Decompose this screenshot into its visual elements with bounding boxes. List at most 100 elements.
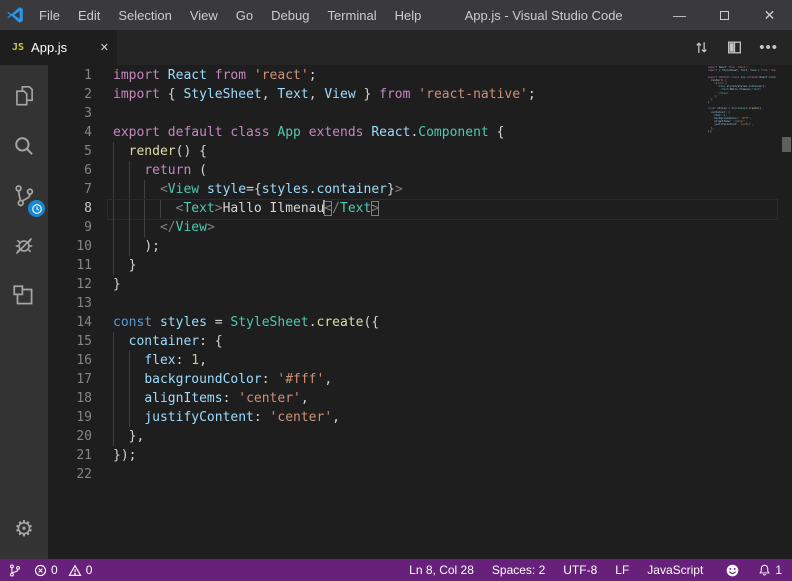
code-line-9[interactable]: 9 </View> [48,218,778,237]
window-controls: — ✕ [657,0,792,30]
menu-go[interactable]: Go [227,0,262,30]
line-number[interactable]: 3 [48,104,113,123]
code-line-8[interactable]: 8 <Text>Hallo Ilmenau</Text> [48,199,778,218]
status-bar-right: Ln 8, Col 28 Spaces: 2 UTF-8 LF JavaScript 1 [409,563,782,578]
line-number[interactable]: 8 [48,199,113,218]
warnings-icon [68,564,82,577]
line-number[interactable]: 13 [48,294,113,313]
tab-label: App.js [31,40,67,55]
line-number[interactable]: 22 [48,465,113,484]
menu-file[interactable]: File [30,0,69,30]
code-line-12[interactable]: 12} [48,275,778,294]
code-line-16[interactable]: 16 flex: 1, [48,351,778,370]
minimize-icon[interactable]: — [657,0,702,30]
menu-edit[interactable]: Edit [69,0,109,30]
line-number[interactable]: 2 [48,85,113,104]
notifications-status[interactable]: 1 [758,563,782,577]
line-number[interactable]: 14 [48,313,113,332]
code-line-10[interactable]: 10 ); [48,237,778,256]
tab-appjs[interactable]: JS App.js ✕ [0,30,117,65]
menu-help[interactable]: Help [386,0,431,30]
line-number[interactable]: 18 [48,389,113,408]
window-title: App.js - Visual Studio Code [430,8,657,23]
problems-status[interactable]: 0 0 [34,563,92,577]
editor-lines: 1import React from 'react';2import { Sty… [48,66,778,484]
git-branch-icon [8,563,22,578]
vscode-logo-icon [0,6,30,24]
line-number[interactable]: 10 [48,237,113,256]
line-number[interactable]: 19 [48,408,113,427]
line-number[interactable]: 6 [48,161,113,180]
overview-cursor-marker [782,137,791,152]
errors-icon [34,564,47,577]
split-editor-icon[interactable] [726,39,743,56]
status-cursor-position[interactable]: Ln 8, Col 28 [409,563,474,577]
more-actions-icon[interactable]: ••• [759,39,778,56]
line-number[interactable]: 12 [48,275,113,294]
code-line-20[interactable]: 20 }, [48,427,778,446]
feedback-smiley-icon[interactable] [725,563,740,578]
menu-view[interactable]: View [181,0,227,30]
code-line-14[interactable]: 14const styles = StyleSheet.create({ [48,313,778,332]
line-number[interactable]: 7 [48,180,113,199]
tab-bar: JS App.js ✕ ••• [0,30,792,65]
extensions-icon[interactable] [0,271,48,321]
code-line-2[interactable]: 2import { StyleSheet, Text, View } from … [48,85,778,104]
code-line-1[interactable]: 1import React from 'react'; [48,66,778,85]
code-line-11[interactable]: 11 } [48,256,778,275]
line-number[interactable]: 21 [48,446,113,465]
minimap[interactable]: import React from 'react';import { Style… [708,66,776,136]
code-line-6[interactable]: 6 return ( [48,161,778,180]
line-number[interactable]: 15 [48,332,113,351]
menu-bar: FileEditSelectionViewGoDebugTerminalHelp [30,0,430,30]
tab-close-icon[interactable]: ✕ [100,41,109,54]
code-line-17[interactable]: 17 backgroundColor: '#fff', [48,370,778,389]
error-count: 0 [51,563,58,577]
title-bar: FileEditSelectionViewGoDebugTerminalHelp… [0,0,792,30]
code-editor[interactable]: 1import React from 'react';2import { Sty… [48,65,792,559]
notification-count: 1 [775,563,782,577]
maximize-icon[interactable] [702,0,747,30]
status-language-mode[interactable]: JavaScript [647,563,703,577]
open-changes-icon[interactable] [693,39,710,56]
code-line-13[interactable]: 13 [48,294,778,313]
status-indentation[interactable]: Spaces: 2 [492,563,545,577]
activity-bar: ⚙ [0,65,48,559]
workbench: ⚙ 1import React from 'react';2import { S… [0,65,792,559]
line-number[interactable]: 17 [48,370,113,389]
code-line-19[interactable]: 19 justifyContent: 'center', [48,408,778,427]
code-line-7[interactable]: 7 <View style={styles.container}> [48,180,778,199]
line-number[interactable]: 1 [48,66,113,85]
menu-terminal[interactable]: Terminal [318,0,385,30]
code-line-18[interactable]: 18 alignItems: 'center', [48,389,778,408]
warning-count: 0 [86,563,93,577]
menu-selection[interactable]: Selection [109,0,180,30]
status-eol[interactable]: LF [615,563,629,577]
close-icon[interactable]: ✕ [747,0,792,30]
editor-actions: ••• [693,30,792,65]
code-line-3[interactable]: 3 [48,104,778,123]
code-line-15[interactable]: 15 container: { [48,332,778,351]
sync-clock-badge [28,200,45,217]
debug-icon[interactable] [0,221,48,271]
code-line-22[interactable]: 22 [48,465,778,484]
code-line-5[interactable]: 5 render() { [48,142,778,161]
line-number[interactable]: 11 [48,256,113,275]
source-control-icon[interactable] [0,171,48,221]
line-number[interactable]: 9 [48,218,113,237]
line-number[interactable]: 16 [48,351,113,370]
explorer-icon[interactable] [0,71,48,121]
code-line-4[interactable]: 4export default class App extends React.… [48,123,778,142]
search-icon[interactable] [0,121,48,171]
line-number[interactable]: 5 [48,142,113,161]
status-encoding[interactable]: UTF-8 [563,563,597,577]
status-bar: 0 0 Ln 8, Col 28 Spaces: 2 UTF-8 LF JavaScri… [0,559,792,581]
menu-debug[interactable]: Debug [262,0,318,30]
line-number[interactable]: 4 [48,123,113,142]
git-branch-status[interactable] [8,563,22,578]
code-line-21[interactable]: 21}); [48,446,778,465]
line-number[interactable]: 20 [48,427,113,446]
bell-icon [758,563,771,577]
manage-gear-icon[interactable]: ⚙ [0,509,48,549]
overview-ruler[interactable] [778,65,792,559]
